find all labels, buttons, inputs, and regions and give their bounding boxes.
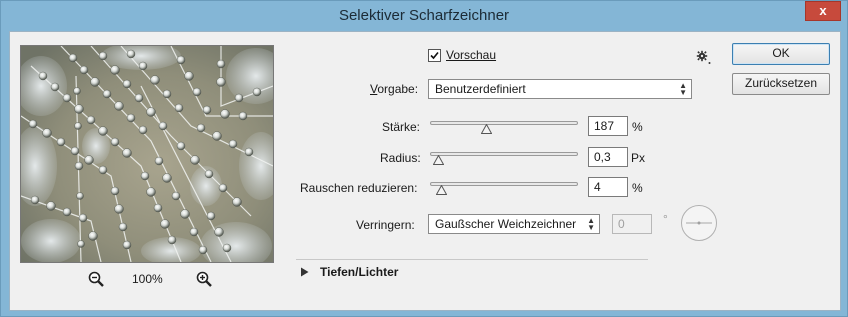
dialog-content: 100% Vorschau OK Zurücksetzen Vorgabe: B… (9, 31, 841, 311)
radius-unit: Px (631, 151, 646, 165)
zoom-out-icon[interactable] (88, 271, 104, 287)
close-icon: x (819, 3, 827, 18)
radius-slider-track[interactable] (430, 152, 578, 156)
checkmark-icon (430, 51, 439, 60)
select-arrows-icon: ▲ ▼ (679, 81, 687, 97)
gear-icon[interactable] (696, 50, 712, 66)
angle-unit: ° (663, 212, 668, 226)
title-bar[interactable]: Selektiver Scharfzeichner x (1, 1, 847, 31)
verringern-label: Verringern: (356, 218, 415, 232)
rauschen-label: Rauschen reduzieren: (300, 181, 418, 195)
zoom-level: 100% (132, 272, 163, 286)
tiefen-lichter-section[interactable]: Tiefen/Lichter (320, 265, 398, 279)
angle-input: 0 (612, 214, 652, 234)
angle-dial-indicator (686, 221, 712, 225)
preview-image[interactable] (20, 45, 274, 263)
zoom-in-icon[interactable] (196, 271, 212, 287)
vorgabe-value: Benutzerdefiniert (435, 82, 526, 96)
section-divider (296, 259, 648, 260)
radius-label: Radius: (380, 151, 421, 165)
dialog-window: Selektiver Scharfzeichner x 100% Vorscha… (0, 0, 848, 317)
preview-photo (21, 46, 273, 262)
verringern-value: Gaußscher Weichzeichner (435, 217, 577, 231)
reset-button[interactable]: Zurücksetzen (732, 73, 830, 95)
rauschen-slider-track[interactable] (430, 182, 578, 186)
staerke-slider-track[interactable] (430, 121, 578, 125)
vorgabe-select[interactable]: Benutzerdefiniert ▲ ▼ (428, 79, 692, 99)
staerke-input[interactable]: 187 (588, 116, 628, 136)
vorgabe-label: Vorgabe: (370, 82, 419, 96)
staerke-unit: % (632, 120, 643, 134)
rauschen-unit: % (632, 181, 643, 195)
dialog-title: Selektiver Scharfzeichner (338, 7, 510, 24)
radius-slider-thumb[interactable] (433, 155, 445, 165)
ok-button[interactable]: OK (732, 43, 830, 65)
rauschen-slider-thumb[interactable] (435, 185, 447, 195)
staerke-label: Stärke: (382, 120, 421, 134)
verringern-select[interactable]: Gaußscher Weichzeichner ▲ ▼ (428, 214, 600, 234)
rauschen-input[interactable]: 4 (588, 177, 628, 197)
select-arrows-icon: ▲ ▼ (587, 216, 595, 232)
radius-input[interactable]: 0,3 (588, 147, 628, 167)
triangle-right-icon[interactable] (300, 267, 309, 277)
staerke-slider-thumb[interactable] (480, 124, 492, 134)
vorschau-checkbox[interactable] (428, 49, 441, 62)
vorgabe-label-rest: orgabe: (377, 82, 419, 96)
vorschau-label[interactable]: Vorschau (446, 48, 496, 62)
angle-dial (681, 205, 717, 241)
close-button[interactable]: x (805, 1, 841, 21)
